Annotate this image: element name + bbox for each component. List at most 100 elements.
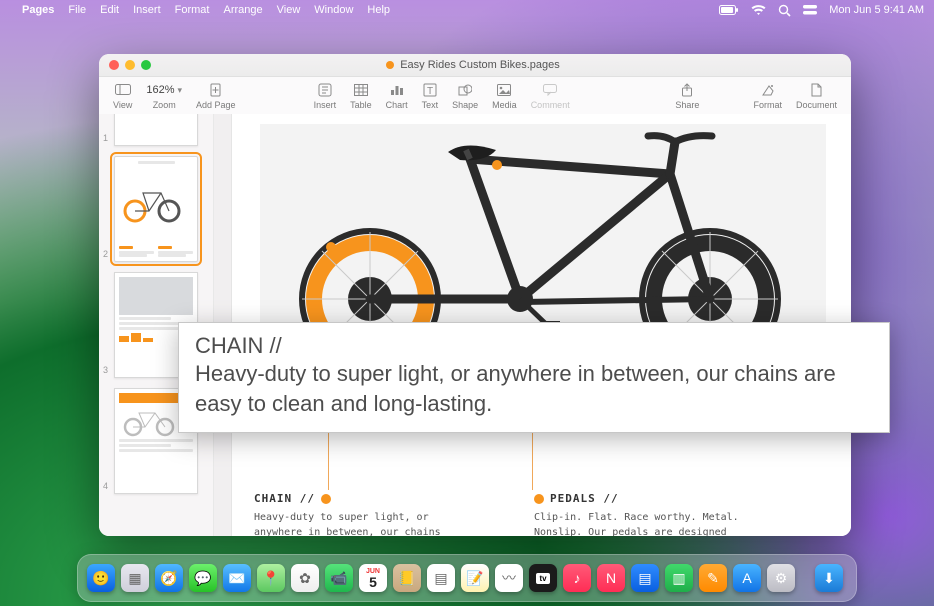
fullscreen-button[interactable] — [141, 60, 151, 70]
magnifier-title: CHAIN // — [195, 333, 873, 359]
wifi-icon[interactable] — [751, 5, 766, 16]
toolbar-comment-label: Comment — [531, 100, 570, 110]
dock-music[interactable]: ♪ — [563, 564, 591, 592]
column-body: Clip-in. Flat. Race worthy. Metal. Nonsl… — [534, 511, 744, 536]
column-body: Heavy-duty to super light, or anywhere i… — [254, 511, 464, 536]
dock-keynote[interactable]: ▤ — [631, 564, 659, 592]
toolbar-format-label: Format — [753, 100, 782, 110]
dock-reminders[interactable]: ▤ — [427, 564, 455, 592]
dock-settings[interactable]: ⚙ — [767, 564, 795, 592]
mini-bike-icon — [121, 185, 183, 223]
dock[interactable]: 🙂▦🧭💬✉️📍✿📹JUN5📒▤📝〰tv♪N▤▥✎A⚙⬇ — [77, 554, 857, 602]
comment-icon — [543, 81, 557, 99]
toolbar-view-label: View — [113, 100, 132, 110]
dock-downloads[interactable]: ⬇ — [815, 564, 843, 592]
document-proxy-icon[interactable] — [386, 61, 394, 69]
page-thumb[interactable]: 1 — [114, 114, 198, 146]
minimize-button[interactable] — [125, 60, 135, 70]
toolbar-text-label: Text — [422, 100, 439, 110]
page-thumb-number: 1 — [103, 133, 108, 143]
magnifier-body: Heavy-duty to super light, or anywhere i… — [195, 359, 873, 418]
dock-calendar[interactable]: JUN5 — [359, 564, 387, 592]
toolbar-media[interactable]: Media — [492, 81, 517, 110]
search-icon[interactable] — [778, 4, 791, 17]
dock-safari[interactable]: 🧭 — [155, 564, 183, 592]
dock-numbers[interactable]: ▥ — [665, 564, 693, 592]
window-controls[interactable] — [109, 60, 151, 70]
menu-view[interactable]: View — [277, 4, 301, 16]
chevron-down-icon: ▾ — [178, 85, 183, 96]
menu-arrange[interactable]: Arrange — [223, 4, 262, 16]
dock-photos[interactable]: ✿ — [291, 564, 319, 592]
toolbar-add-page-label: Add Page — [196, 100, 236, 110]
callout-dot — [326, 242, 336, 252]
page-thumb-number: 4 — [103, 481, 108, 491]
toolbar-document[interactable]: Document — [796, 81, 837, 110]
view-icon — [115, 81, 131, 99]
dock-tv[interactable]: tv — [529, 564, 557, 592]
zoom-value: 162% — [146, 84, 174, 96]
dock-facetime[interactable]: 📹 — [325, 564, 353, 592]
toolbar-zoom[interactable]: 162% ▾ Zoom — [146, 81, 182, 110]
dock-finder[interactable]: 🙂 — [87, 564, 115, 592]
battery-icon[interactable] — [719, 5, 739, 16]
dock-notes[interactable]: 📝 — [461, 564, 489, 592]
document-icon — [810, 81, 822, 99]
column-pedals: PEDALS // Clip-in. Flat. Race worthy. Me… — [534, 492, 744, 536]
dock-news[interactable]: N — [597, 564, 625, 592]
toolbar-table-label: Table — [350, 100, 372, 110]
menu-help[interactable]: Help — [367, 4, 390, 16]
menu-insert[interactable]: Insert — [133, 4, 161, 16]
insert-icon — [318, 81, 332, 99]
menubar: Pages File Edit Insert Format Arrange Vi… — [0, 0, 934, 20]
toolbar-view[interactable]: View — [113, 81, 132, 110]
menubar-datetime[interactable]: Mon Jun 5 9:41 AM — [829, 4, 924, 16]
dock-appstore[interactable]: A — [733, 564, 761, 592]
close-button[interactable] — [109, 60, 119, 70]
toolbar-share[interactable]: Share — [675, 81, 699, 110]
window-title: Easy Rides Custom Bikes.pages — [400, 59, 560, 71]
toolbar-add-page[interactable]: Add Page — [196, 81, 236, 110]
toolbar-format[interactable]: Format — [753, 81, 782, 110]
page-thumb-number: 2 — [103, 249, 108, 259]
callout-dot — [321, 494, 331, 504]
hover-text-magnifier: CHAIN // Heavy-duty to super light, or a… — [178, 322, 890, 433]
titlebar[interactable]: Easy Rides Custom Bikes.pages — [99, 54, 851, 77]
menu-app[interactable]: Pages — [22, 4, 54, 16]
chart-icon — [390, 81, 404, 99]
toolbar-insert[interactable]: Insert — [314, 81, 337, 110]
mini-bike-icon — [119, 407, 181, 437]
toolbar-insert-label: Insert — [314, 100, 337, 110]
toolbar-shape-label: Shape — [452, 100, 478, 110]
dock-maps[interactable]: 📍 — [257, 564, 285, 592]
dock-messages[interactable]: 💬 — [189, 564, 217, 592]
table-icon — [354, 81, 368, 99]
toolbar-zoom-label: Zoom — [153, 100, 176, 110]
add-page-icon — [209, 81, 223, 99]
toolbar-comment[interactable]: Comment — [531, 81, 570, 110]
format-icon — [761, 81, 775, 99]
toolbar-text[interactable]: T Text — [422, 81, 439, 110]
media-icon — [497, 81, 511, 99]
callout-dot — [492, 160, 502, 170]
dock-pages[interactable]: ✎ — [699, 564, 727, 592]
pages-window: Easy Rides Custom Bikes.pages View 162% ▾… — [99, 54, 851, 536]
page-thumb-selected[interactable]: 2 — [114, 156, 198, 262]
control-center-icon[interactable] — [803, 4, 817, 16]
shape-icon — [458, 81, 472, 99]
desktop: Pages File Edit Insert Format Arrange Vi… — [0, 0, 934, 606]
menu-edit[interactable]: Edit — [100, 4, 119, 16]
toolbar-chart[interactable]: Chart — [386, 81, 408, 110]
toolbar-table[interactable]: Table — [350, 81, 372, 110]
dock-freeform[interactable]: 〰 — [495, 564, 523, 592]
toolbar-shape[interactable]: Shape — [452, 81, 478, 110]
menu-file[interactable]: File — [68, 4, 86, 16]
share-icon — [681, 81, 693, 99]
menu-format[interactable]: Format — [175, 4, 210, 16]
dock-mail[interactable]: ✉️ — [223, 564, 251, 592]
toolbar-chart-label: Chart — [386, 100, 408, 110]
callout-dot — [534, 494, 544, 504]
menu-window[interactable]: Window — [314, 4, 353, 16]
dock-launchpad[interactable]: ▦ — [121, 564, 149, 592]
dock-contacts[interactable]: 📒 — [393, 564, 421, 592]
